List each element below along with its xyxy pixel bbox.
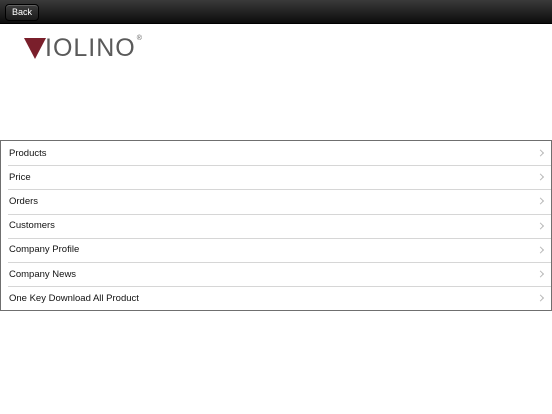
app-window: Back IOLINO ® Products Price Orders Cust… <box>0 0 552 414</box>
menu-item-company-news[interactable]: Company News <box>1 261 551 286</box>
logo-triangle-icon <box>24 38 46 59</box>
chevron-right-icon <box>536 173 545 181</box>
chevron-right-icon <box>536 270 545 278</box>
chevron-right-icon <box>536 294 545 302</box>
menu-item-price[interactable]: Price <box>1 165 551 189</box>
menu-item-orders[interactable]: Orders <box>1 189 551 213</box>
back-button[interactable]: Back <box>5 4 40 21</box>
menu-item-label: Company News <box>9 268 77 280</box>
chevron-right-icon <box>536 149 545 157</box>
violino-logo: IOLINO ® <box>24 33 142 63</box>
chevron-right-icon <box>536 197 545 206</box>
menu-item-label: Customers <box>9 220 55 232</box>
main-menu: Products Price Orders Customers Company … <box>0 140 552 312</box>
menu-item-company-profile[interactable]: Company Profile <box>1 237 551 262</box>
registered-mark: ® <box>136 35 142 42</box>
navigation-bar: Back <box>0 0 552 24</box>
menu-item-download-all[interactable]: One Key Download All Product <box>1 286 551 310</box>
menu-item-products[interactable]: Products <box>1 141 551 165</box>
menu-item-label: Company Profile <box>9 244 80 256</box>
menu-item-label: Orders <box>9 195 39 207</box>
menu-item-customers[interactable]: Customers <box>1 213 551 238</box>
logo-text: IOLINO <box>45 34 136 62</box>
chevron-right-icon <box>536 222 545 230</box>
menu-item-label: Products <box>9 147 47 159</box>
menu-item-label: Price <box>9 171 31 183</box>
chevron-right-icon <box>536 246 545 254</box>
menu-item-label: One Key Download All Product <box>9 292 139 304</box>
